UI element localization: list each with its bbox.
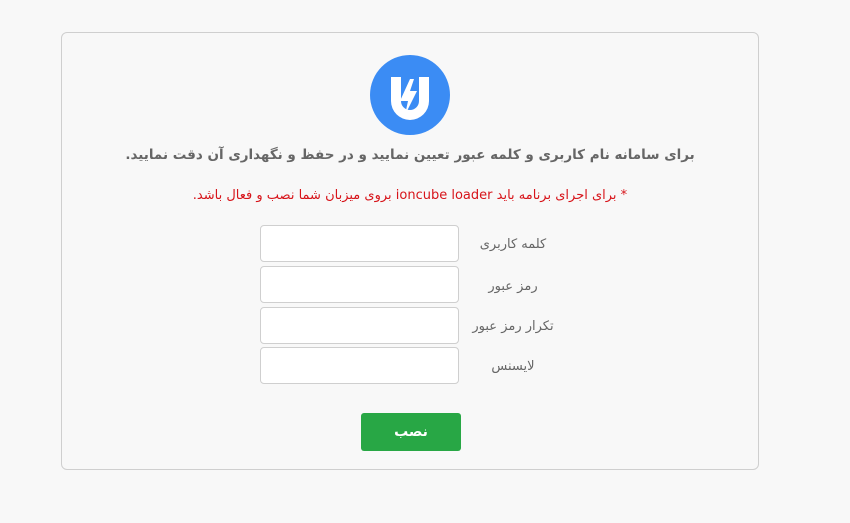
password-repeat-label: تکرار رمز عبور — [472, 319, 554, 334]
password-repeat-input[interactable] — [260, 307, 459, 344]
username-label: کلمه کاربری — [479, 237, 547, 252]
notice-suffix: بروی میزبان شما نصب و فعال باشد. — [192, 188, 392, 203]
install-button[interactable]: نصب — [361, 413, 461, 451]
license-input[interactable] — [260, 347, 459, 384]
notice-highlight: ioncube loader — [395, 188, 493, 203]
page-instruction: برای سامانه نام کاربری و کلمه عبور تعیین… — [125, 147, 695, 163]
username-input[interactable] — [260, 225, 459, 262]
ioncube-u-bolt-icon — [391, 77, 429, 120]
password-input[interactable] — [260, 266, 459, 303]
license-label: لایسنس — [491, 359, 535, 374]
notice-prefix: * برای اجرای برنامه باید — [496, 188, 628, 203]
logo — [370, 55, 450, 135]
password-label: رمز عبور — [488, 279, 538, 294]
ioncube-requirement-notice: * برای اجرای برنامه باید ioncube loader … — [100, 184, 720, 208]
